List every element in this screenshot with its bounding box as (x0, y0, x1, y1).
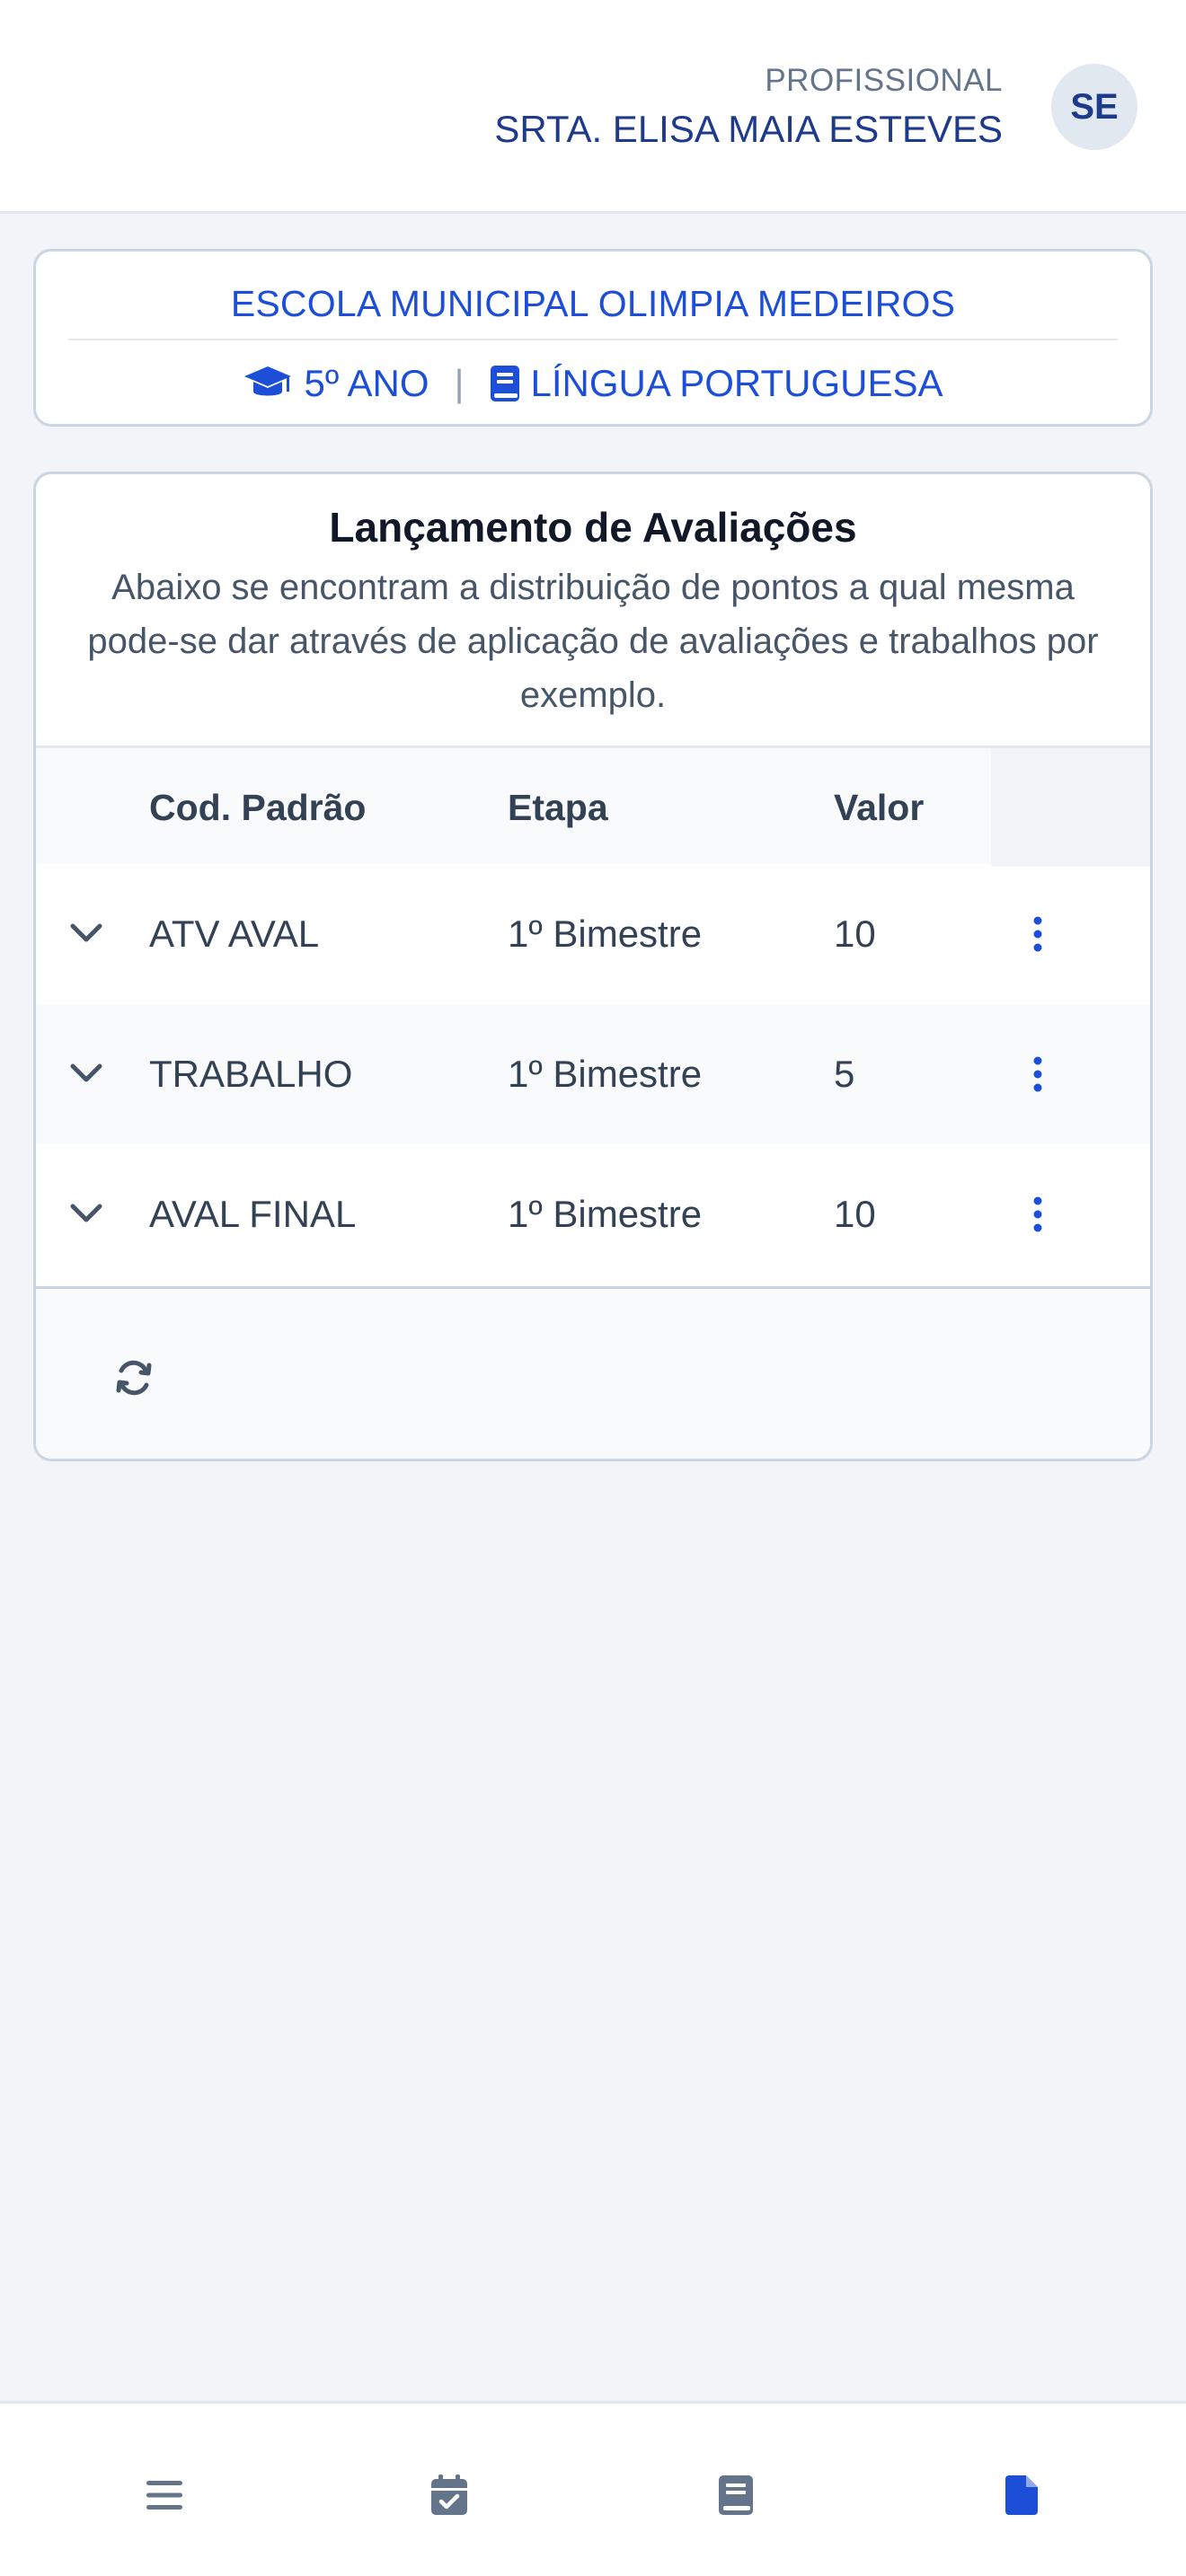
meta-separator: | (454, 362, 465, 404)
cell-code: TRABALHO (149, 1053, 353, 1095)
cell-value: 10 (834, 913, 876, 955)
subject-item: LÍNGUA PORTUGUESA (489, 362, 943, 405)
book-icon (717, 2474, 755, 2521)
more-vertical-icon[interactable] (1029, 916, 1047, 957)
more-vertical-icon[interactable] (1029, 1056, 1047, 1097)
grade-label: 5º ANO (304, 362, 429, 404)
chevron-down-icon[interactable] (66, 1052, 107, 1098)
nav-documents[interactable] (995, 2470, 1049, 2524)
user-info: PROFISSIONAL SRTA. ELISA MAIA ESTEVES (494, 59, 1003, 154)
card-divider (68, 339, 1118, 340)
school-name: ESCOLA MUNICIPAL OLIMPIA MEDEIROS (230, 283, 956, 324)
grade-item: 5º ANO (243, 362, 429, 405)
more-vertical-icon[interactable] (1029, 1196, 1047, 1237)
cell-code: ATV AVAL (149, 913, 320, 955)
column-header-value[interactable]: Valor (834, 748, 924, 867)
subject-label: LÍNGUA PORTUGUESA (530, 362, 943, 404)
nav-menu[interactable] (137, 2470, 191, 2524)
book-icon (489, 364, 521, 403)
cell-stage: 1º Bimestre (508, 1193, 703, 1235)
nav-calendar[interactable] (422, 2470, 476, 2524)
table-row[interactable]: AVAL FINAL 1º Bimestre 10 (36, 1144, 1150, 1284)
cell-code: AVAL FINAL (149, 1193, 357, 1235)
nav-book[interactable] (709, 2470, 763, 2524)
graduation-cap-icon (243, 365, 293, 402)
app-header: PROFISSIONAL SRTA. ELISA MAIA ESTEVES SE (0, 0, 1186, 214)
table-row[interactable]: ATV AVAL 1º Bimestre 10 (36, 864, 1150, 1004)
column-header-actions (991, 748, 1150, 867)
menu-icon (145, 2477, 184, 2518)
user-name: SRTA. ELISA MAIA ESTEVES (494, 108, 1003, 150)
chevron-down-icon[interactable] (66, 1192, 107, 1238)
assessments-card: Lançamento de Avaliações Abaixo se encon… (33, 472, 1153, 1461)
cell-stage: 1º Bimestre (508, 913, 703, 955)
refresh-icon[interactable] (113, 1357, 155, 1403)
column-header-code[interactable]: Cod. Padrão (149, 748, 366, 867)
table-footer (36, 1286, 1150, 1459)
page-title: Lançamento de Avaliações (329, 504, 857, 551)
column-header-stage[interactable]: Etapa (508, 748, 608, 867)
table-row[interactable]: TRABALHO 1º Bimestre 5 (36, 1004, 1150, 1144)
page-description: Abaixo se encontram a distribuição de po… (87, 568, 1099, 715)
chevron-down-icon[interactable] (66, 912, 107, 957)
cell-value: 10 (834, 1193, 876, 1235)
class-meta: 5º ANO | LÍNGUA PORTUGUESA (36, 352, 1150, 415)
avatar[interactable]: SE (1051, 64, 1137, 150)
user-role: PROFISSIONAL (765, 63, 1003, 98)
class-info-card: ESCOLA MUNICIPAL OLIMPIA MEDEIROS 5º ANO… (33, 249, 1153, 427)
table-header: Cod. Padrão Etapa Valor (36, 745, 1150, 867)
cell-stage: 1º Bimestre (508, 1053, 703, 1095)
bottom-nav (0, 2401, 1186, 2576)
cell-value: 5 (834, 1053, 855, 1095)
file-icon (1004, 2474, 1040, 2521)
calendar-check-icon (429, 2474, 469, 2521)
